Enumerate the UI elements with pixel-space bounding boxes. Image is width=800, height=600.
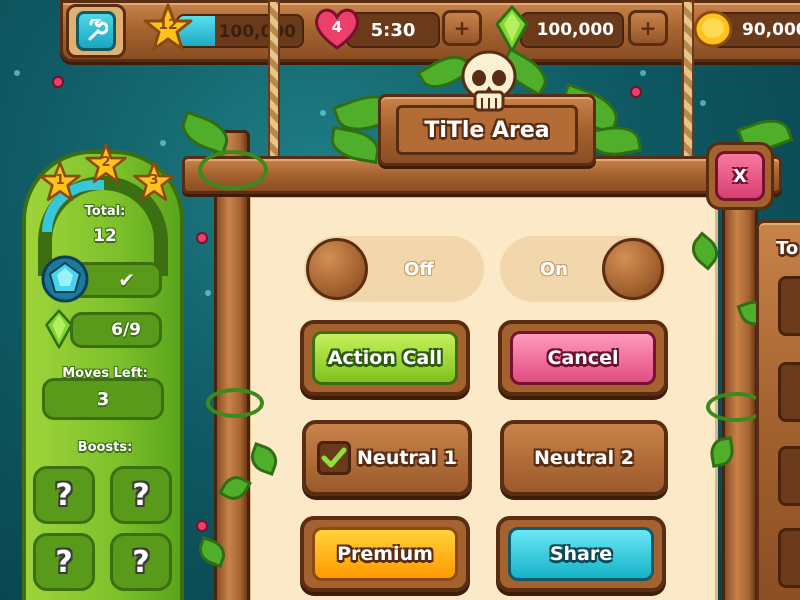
boosts-label: Boosts: xyxy=(77,440,133,455)
bubble-decoration xyxy=(320,110,326,116)
cancel-button[interactable]: Cancel xyxy=(498,320,668,396)
gems-value: 100,000 xyxy=(536,20,614,40)
action-call-button[interactable]: Action Call xyxy=(300,320,470,396)
coins-value: 90,000 xyxy=(742,20,800,40)
star-2-label: 2 xyxy=(101,155,111,170)
boost-slot-3[interactable]: ? xyxy=(33,533,95,591)
bubble-decoration xyxy=(640,70,646,76)
checkmark-icon xyxy=(321,447,347,468)
plus-icon: + xyxy=(453,16,471,40)
total-value: 12 xyxy=(93,226,117,246)
question-mark-icon: ? xyxy=(132,477,150,513)
settings-button[interactable] xyxy=(66,4,126,58)
wrench-icon xyxy=(76,11,116,51)
heart-icon: 4 xyxy=(312,4,362,52)
vine-decoration xyxy=(198,150,268,190)
star-3-icon: 3 xyxy=(132,160,176,204)
vine-decoration xyxy=(206,388,264,418)
frame-right-post xyxy=(722,150,758,600)
leaderboard-row[interactable] xyxy=(778,362,800,422)
leaderboard-title-label: To xyxy=(776,238,799,259)
rope-right xyxy=(682,0,694,160)
lives-count: 4 xyxy=(331,18,343,36)
skull-icon xyxy=(458,48,520,114)
star-1-label: 1 xyxy=(55,173,65,188)
premium-label: Premium xyxy=(337,543,433,565)
premium-button[interactable]: Premium xyxy=(300,516,470,592)
share-button[interactable]: Share xyxy=(496,516,666,592)
neutral-1-button[interactable]: Neutral 1 xyxy=(302,420,472,496)
plus-icon: + xyxy=(639,16,657,40)
toggle-off-knob xyxy=(306,238,368,300)
green-gem-goal-icon xyxy=(44,306,74,352)
action-call-label: Action Call xyxy=(327,347,443,369)
moves-left-value: 3 xyxy=(96,388,110,410)
toggle-on-label: On xyxy=(539,258,568,280)
flower-decoration xyxy=(196,520,208,532)
neutral-1-checkbox[interactable] xyxy=(317,441,352,475)
flower-decoration xyxy=(630,86,642,98)
xp-value: 100,000 xyxy=(218,22,296,42)
question-mark-icon: ? xyxy=(55,477,73,513)
flower-decoration xyxy=(196,232,208,244)
bubble-decoration xyxy=(14,70,20,76)
gem-goal-slot: 6/9 xyxy=(70,312,162,348)
level-star-icon: 12 xyxy=(142,2,194,54)
question-mark-icon: ? xyxy=(55,544,73,580)
dialog-title: TiTle Area xyxy=(424,117,550,143)
star-2-icon: 2 xyxy=(84,142,128,186)
level-number: 12 xyxy=(158,17,178,33)
xp-bar: 100,000 xyxy=(176,14,304,48)
toggle-off[interactable]: Off xyxy=(304,236,484,302)
boost-slot-4[interactable]: ? xyxy=(110,533,172,591)
close-button[interactable]: X xyxy=(706,142,774,210)
lives-timer: 5:30 xyxy=(370,19,416,41)
leaderboard-title: To xyxy=(776,238,800,259)
gems-slot: 100,000 xyxy=(520,12,624,48)
leaderboard-row[interactable] xyxy=(778,276,800,336)
frame-left-post xyxy=(214,130,250,600)
total-label: Total: xyxy=(84,204,126,219)
check-icon: ✔ xyxy=(118,268,135,292)
star-3-label: 3 xyxy=(149,173,159,188)
close-icon: X xyxy=(733,165,747,187)
question-mark-icon: ? xyxy=(132,544,150,580)
flower-decoration xyxy=(52,76,64,88)
coin-icon xyxy=(692,8,734,50)
add-gems-button[interactable]: + xyxy=(628,10,668,46)
bubble-decoration xyxy=(160,140,166,146)
bubble-decoration xyxy=(205,290,211,296)
gem-progress: 6/9 xyxy=(111,320,141,340)
toggle-off-label: Off xyxy=(404,258,434,280)
leaderboard-row[interactable] xyxy=(778,446,800,506)
boost-slot-1[interactable]: ? xyxy=(33,466,95,524)
add-lives-button[interactable]: + xyxy=(442,10,482,46)
toggle-on-knob xyxy=(602,238,664,300)
cancel-label: Cancel xyxy=(547,347,619,369)
toggle-on[interactable]: On xyxy=(500,236,666,302)
neutral-2-label: Neutral 2 xyxy=(534,447,634,469)
moves-left-slot: 3 xyxy=(42,378,164,420)
bubble-decoration xyxy=(700,100,706,106)
leaf-decoration xyxy=(176,110,234,156)
boost-slot-2[interactable]: ? xyxy=(110,466,172,524)
share-label: Share xyxy=(549,543,613,565)
rope-left xyxy=(268,0,280,160)
neutral-2-button[interactable]: Neutral 2 xyxy=(500,420,668,496)
green-gem-icon xyxy=(494,4,530,54)
blue-diamond-icon xyxy=(40,254,90,304)
leaderboard-row[interactable] xyxy=(778,528,800,588)
neutral-1-label: Neutral 1 xyxy=(357,447,457,469)
star-1-icon: 1 xyxy=(38,160,82,204)
